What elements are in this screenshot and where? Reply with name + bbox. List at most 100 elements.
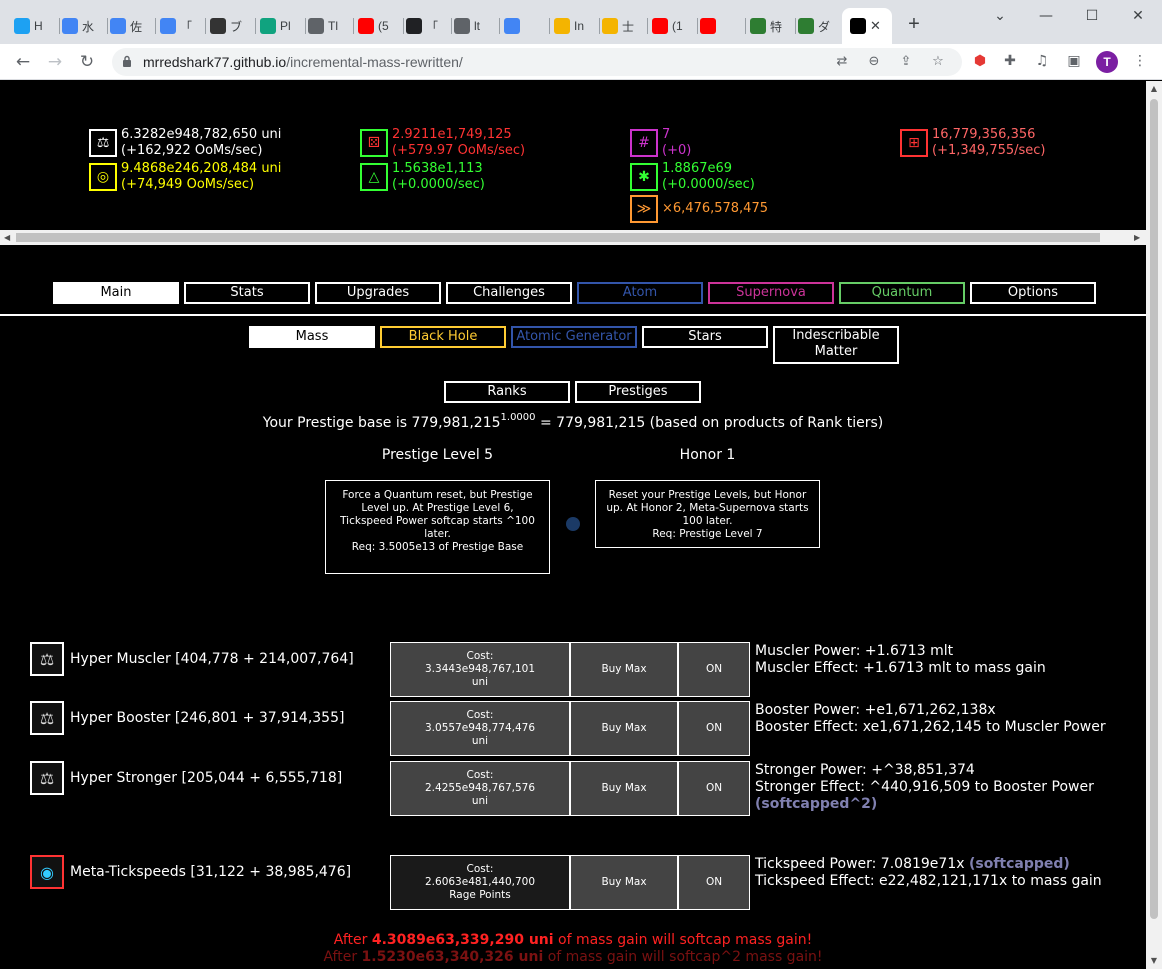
browser-tab[interactable]: Tl	[308, 12, 354, 40]
tab-separator	[697, 18, 698, 34]
browser-tab[interactable]: H	[14, 12, 60, 40]
upgrade-effect-text: Booster Effect: xe1,671,262,145 to Muscl…	[755, 719, 1106, 735]
browser-tab[interactable]: In	[554, 12, 600, 40]
browser-tab[interactable]: Pl	[260, 12, 306, 40]
zoom-icon[interactable]: ⊖	[866, 54, 882, 70]
reload-icon[interactable]: ↻	[76, 51, 98, 73]
browser-tab[interactable]	[504, 12, 550, 40]
browser-tab[interactable]: 「	[160, 12, 206, 40]
main-tab-upgrades[interactable]: Upgrades	[315, 282, 441, 304]
rage-dice-icon: ⚄	[360, 129, 388, 157]
main-tab-challenges[interactable]: Challenges	[446, 282, 572, 304]
buy-max-button[interactable]: Buy Max	[570, 701, 678, 756]
auto-toggle-button[interactable]: ON	[678, 642, 750, 697]
address-bar[interactable]: mrredshark77.github.io/incremental-mass-…	[112, 48, 962, 76]
auto-toggle-button[interactable]: ON	[678, 761, 750, 816]
upgrade-name: Meta-Tickspeeds [31,122 + 38,985,476]	[70, 864, 352, 880]
tab-prestiges[interactable]: Prestiges	[575, 381, 701, 403]
auto-toggle-button[interactable]: ON	[678, 855, 750, 910]
browser-tab[interactable]: 「	[406, 12, 452, 40]
active-tab[interactable]: ✕	[842, 8, 892, 44]
adblock-extension-icon[interactable]: ⬢	[970, 51, 990, 71]
vertical-scroll-thumb[interactable]	[1150, 99, 1158, 919]
media-control-icon[interactable]: ♫	[1032, 51, 1052, 71]
upgrade-name-row: ⚖ Hyper Booster [246,801 + 37,914,355]	[30, 701, 344, 735]
horizontal-scroll-thumb[interactable]	[16, 233, 1100, 242]
main-tab-quantum[interactable]: Quantum	[839, 282, 965, 304]
tab-separator	[451, 18, 452, 34]
browser-tab[interactable]: ブ	[210, 12, 256, 40]
vertical-scrollbar[interactable]: ▲ ▼	[1146, 81, 1162, 969]
maximize-button[interactable]: ☐	[1082, 6, 1102, 26]
main-tab-options[interactable]: Options	[970, 282, 1096, 304]
tab-favicon-icon	[406, 18, 422, 34]
prestige-level-up-button[interactable]: Force a Quantum reset, but Prestige Leve…	[325, 480, 550, 574]
upgrade-buy-button[interactable]: Cost: 2.4255e948,767,576 uni	[390, 761, 570, 816]
main-tab-atom[interactable]: Atom	[577, 282, 703, 304]
sub-tab-indescribable-matter[interactable]: Indescribable Matter	[773, 326, 899, 364]
buy-max-button[interactable]: Buy Max	[570, 761, 678, 816]
tab-favicon-icon	[14, 18, 30, 34]
upgrade-power-text: Booster Power: +e1,671,262,138x	[755, 702, 996, 718]
weight-upgrade-icon: ⚖	[30, 701, 64, 735]
browser-tab[interactable]: 水	[62, 12, 108, 40]
buy-max-button[interactable]: Buy Max	[570, 855, 678, 910]
extensions-puzzle-icon[interactable]: ✚	[1000, 51, 1020, 71]
sub-tab-black-hole[interactable]: Black Hole	[380, 326, 506, 348]
browser-tab[interactable]: 特	[750, 12, 796, 40]
profile-avatar[interactable]: T	[1096, 51, 1118, 73]
close-window-button[interactable]: ✕	[1128, 6, 1148, 26]
bookmark-star-icon[interactable]: ☆	[930, 54, 946, 70]
buy-max-button[interactable]: Buy Max	[570, 642, 678, 697]
side-panel-icon[interactable]: ▣	[1064, 51, 1084, 71]
minimize-button[interactable]: —	[1036, 6, 1056, 26]
browser-tab[interactable]: lt	[454, 12, 500, 40]
back-arrow-icon[interactable]: ←	[12, 51, 34, 73]
upgrade-buy-button[interactable]: Cost: 3.0557e948,774,476 uni	[390, 701, 570, 756]
softcap-label: (softcapped)	[968, 856, 1070, 872]
browser-tab[interactable]: ダ	[798, 12, 844, 40]
forward-arrow-icon[interactable]: →	[44, 51, 66, 73]
tab-title: ダ	[818, 19, 831, 34]
stars-rate: (+0.0000/sec)	[662, 177, 755, 192]
sub-tab-atomic-generator[interactable]: Atomic Generator	[511, 326, 637, 348]
upgrade-power: Tickspeed Power: 7.0819e71x (softcapped)	[755, 856, 1140, 873]
rage-value: 2.9211e1,749,125	[392, 127, 512, 142]
honor-up-button[interactable]: Reset your Prestige Levels, but Honor up…	[595, 480, 820, 548]
browser-tab[interactable]: (1	[652, 12, 698, 40]
browser-tab[interactable]: 佐	[110, 12, 156, 40]
tab-search-icon[interactable]: ⌄	[990, 6, 1010, 26]
honor-desc: Reset your Prestige Levels, but Honor up…	[606, 489, 809, 527]
browser-tab[interactable]: 士	[602, 12, 648, 40]
browser-tab[interactable]: (5	[358, 12, 404, 40]
main-tab-stats[interactable]: Stats	[184, 282, 310, 304]
translate-icon[interactable]: ⇄	[834, 54, 850, 70]
scroll-up-icon[interactable]: ▲	[1150, 85, 1158, 93]
tab-favicon-icon	[260, 18, 276, 34]
tab-separator	[305, 18, 306, 34]
scroll-left-icon[interactable]: ◀	[4, 233, 10, 242]
new-tab-button[interactable]: +	[904, 14, 924, 34]
scroll-right-icon[interactable]: ▶	[1134, 233, 1140, 242]
close-tab-icon[interactable]: ✕	[870, 18, 881, 34]
sub-tab-mass[interactable]: Mass	[249, 326, 375, 348]
auto-toggle-button[interactable]: ON	[678, 701, 750, 756]
sub-tab-stars[interactable]: Stars	[642, 326, 768, 348]
tickspeed-value: ×6,476,578,475	[662, 201, 768, 216]
tab-separator	[255, 18, 256, 34]
browser-tab[interactable]	[700, 12, 746, 40]
horizontal-scrollbar[interactable]: ◀ ▶	[0, 230, 1146, 245]
scroll-down-icon[interactable]: ▼	[1150, 957, 1158, 965]
upgrade-buy-button[interactable]: Cost: 2.6063e481,440,700 Rage Points	[390, 855, 570, 910]
main-tab-supernova[interactable]: Supernova	[708, 282, 834, 304]
tab-ranks[interactable]: Ranks	[444, 381, 570, 403]
black-hole-resource: ◎ 9.4868e246,208,484 uni (+74,949 OoMs/s…	[89, 161, 281, 193]
share-icon[interactable]: ⇪	[898, 54, 914, 70]
tab-separator	[795, 18, 796, 34]
upgrade-cost-cost-label: Cost:	[466, 650, 494, 662]
mass-resource: ⚖ 6.3282e948,782,650 uni (+162,922 OoMs/…	[89, 127, 281, 159]
upgrade-buy-button[interactable]: Cost: 3.3443e948,767,101 uni	[390, 642, 570, 697]
main-tab-main[interactable]: Main	[53, 282, 179, 304]
chrome-menu-icon[interactable]: ⋮	[1130, 51, 1150, 71]
upgrade-effect: Booster Power: +e1,671,262,138x Booster E…	[755, 702, 1140, 736]
